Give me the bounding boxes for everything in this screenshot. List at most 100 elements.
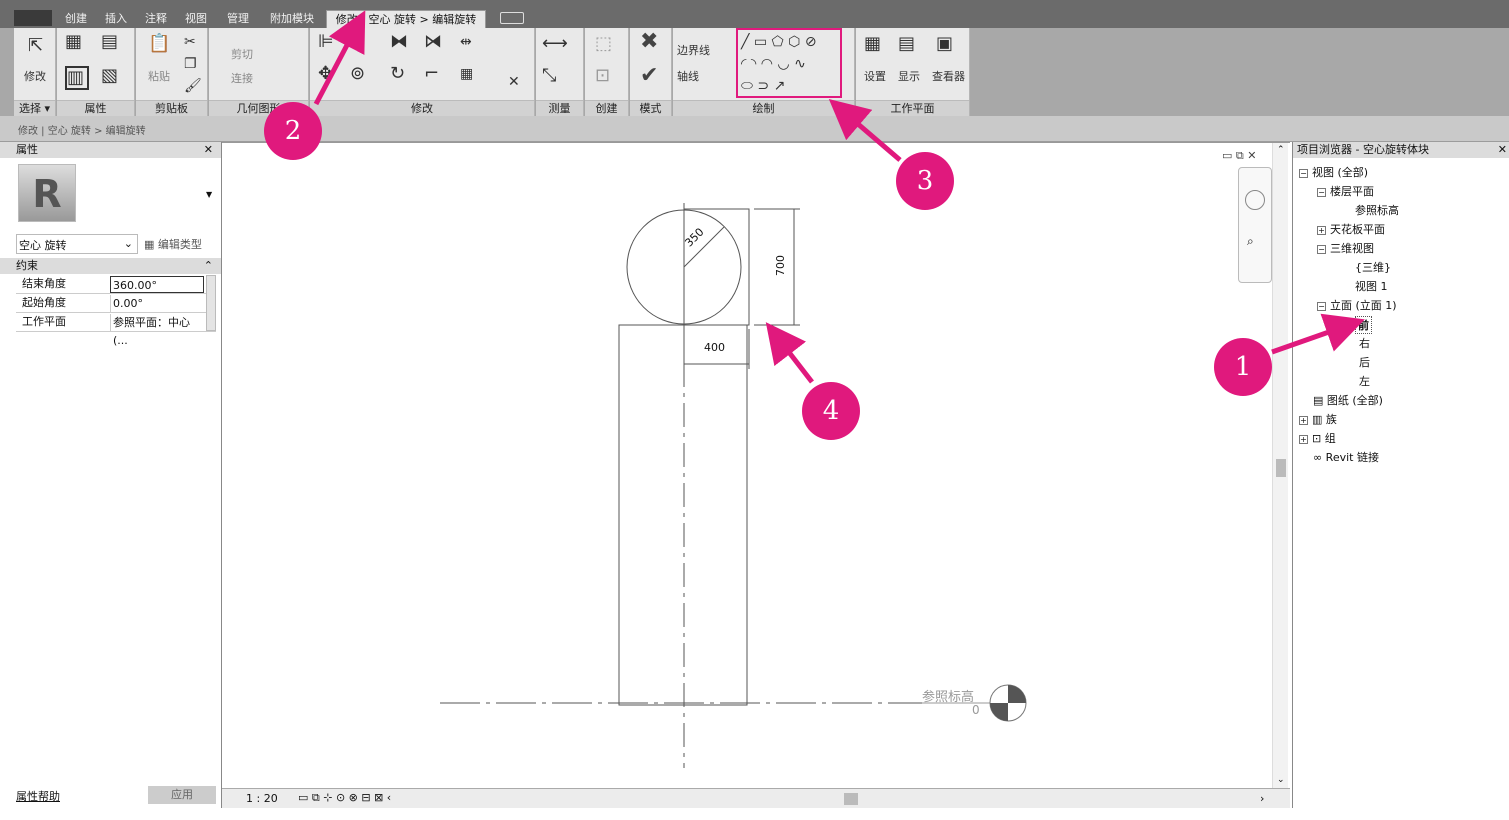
tree-right[interactable]: 右 — [1359, 335, 1370, 351]
boundary-line-button[interactable]: 边界线 — [677, 42, 710, 58]
tab-manage[interactable]: 管理 — [220, 10, 256, 28]
show-button[interactable]: 显示 — [898, 68, 920, 84]
copy-icon[interactable]: ❐ — [184, 54, 197, 74]
dim-width-text[interactable]: 400 — [704, 341, 725, 354]
tree-views-all[interactable]: − 视图 (全部) — [1299, 164, 1368, 180]
tree-sheets[interactable]: ▤ 图纸 (全部) — [1313, 392, 1383, 408]
modify-button[interactable]: 修改 — [24, 68, 46, 84]
view-control-icons[interactable]: ▭ ⧉ ⊹ ⊙ ⊗ ⊟ ⊠ ‹ — [298, 791, 391, 805]
mirror-axis-icon[interactable]: ⧓ — [390, 32, 408, 52]
match-properties-icon[interactable]: 🖌 — [184, 76, 202, 96]
tree-front[interactable]: 前 — [1355, 316, 1372, 334]
dim-height-text[interactable]: 700 — [774, 255, 787, 276]
view-window-controls[interactable]: ▭ ⧉ ✕ — [1222, 149, 1256, 163]
tab-insert[interactable]: 插入 — [98, 10, 134, 28]
tree-3d-views[interactable]: − 三维视图 — [1317, 240, 1374, 256]
collapse-icon[interactable]: − — [1317, 301, 1326, 311]
cut-icon[interactable]: ✂ — [184, 32, 196, 52]
tab-addins[interactable]: 附加模块 — [262, 10, 322, 28]
expand-icon[interactable]: + — [1317, 225, 1326, 235]
collapse-icon[interactable]: − — [1317, 187, 1326, 197]
tree-left[interactable]: 左 — [1359, 373, 1370, 389]
tree-groups[interactable]: + ⊡ 组 — [1299, 430, 1336, 446]
work-plane-field[interactable]: 参照平面：中心(... — [110, 314, 204, 347]
tree-ref-level[interactable]: 参照标高 — [1355, 202, 1399, 218]
properties-scrollbar[interactable] — [206, 275, 216, 331]
type-selector[interactable]: 空心 旋转 ⌄ — [16, 234, 138, 254]
canvas-vertical-scrollbar[interactable]: ⌃ ⌄ — [1272, 143, 1288, 789]
close-icon[interactable]: ✕ — [1498, 142, 1507, 158]
tree-revit-links[interactable]: ∞ Revit 链接 — [1313, 449, 1379, 465]
tree-families[interactable]: + ▥ 族 — [1299, 411, 1337, 427]
dimension-icon[interactable]: ⤡ — [542, 66, 556, 86]
navigation-bar[interactable]: ⌕ — [1238, 167, 1272, 283]
view-scale[interactable]: 1 : 20 — [246, 792, 278, 805]
cancel-edit-icon[interactable]: ✖ — [640, 31, 658, 53]
scroll-thumb[interactable] — [1276, 459, 1286, 477]
finish-edit-icon[interactable]: ✔ — [640, 65, 658, 87]
create-group-icon[interactable]: ⬚ — [595, 34, 612, 54]
viewer-icon[interactable]: ▣ — [936, 34, 953, 54]
properties-help-link[interactable]: 属性帮助 — [16, 788, 60, 804]
array-icon[interactable]: ▦ — [460, 64, 473, 84]
cut-geometry-button[interactable]: 剪切 — [231, 46, 253, 62]
delete-icon[interactable]: ✕ — [508, 72, 520, 92]
tab-view[interactable]: 视图 — [178, 10, 214, 28]
family-types-icon[interactable]: ▥ — [65, 66, 89, 90]
app-menu-button[interactable] — [14, 10, 52, 26]
arc-icon[interactable]: ◜ ◝ ◠ ◡ ∿ — [741, 54, 806, 74]
offset-icon[interactable]: ⊏ — [350, 32, 365, 52]
scroll-down-arrow[interactable]: ⌄ — [1277, 775, 1285, 785]
zoom-icon[interactable]: ⌕ — [1247, 234, 1254, 249]
tab-options-icon[interactable] — [500, 12, 524, 24]
join-geometry-button[interactable]: 连接 — [231, 70, 253, 86]
expand-icon[interactable]: + — [1299, 415, 1308, 425]
start-angle-field[interactable]: 0.00° — [110, 295, 204, 312]
apply-button[interactable]: 应用 — [148, 786, 216, 804]
measure-icon[interactable]: ⟷ — [542, 34, 568, 54]
collapse-icon[interactable]: − — [1317, 244, 1326, 254]
tree-elevations[interactable]: − 立面 (立面 1) — [1317, 297, 1397, 313]
viewer-button[interactable]: 查看器 — [932, 68, 965, 84]
panel-select-label[interactable]: 选择 ▾ — [14, 100, 55, 116]
split-icon[interactable]: ⇹ — [460, 32, 472, 52]
show-workplane-icon[interactable]: ▤ — [898, 34, 915, 54]
axis-line-button[interactable]: 轴线 — [677, 68, 699, 84]
drawing-canvas[interactable]: 350 700 400 参照标高 0 ▭ ⧉ ✕ ⌕ ⌃ ⌄ — [222, 142, 1290, 808]
tab-annotate[interactable]: 注释 — [138, 10, 174, 28]
constraints-group[interactable]: 约束 ⌃ — [0, 258, 221, 274]
close-icon[interactable]: ✕ — [204, 142, 213, 158]
tab-create[interactable]: 创建 — [58, 10, 94, 28]
copy-element-icon[interactable]: ⊚ — [350, 64, 365, 84]
tree-view-1[interactable]: 视图 1 — [1355, 278, 1388, 294]
mirror-draw-icon[interactable]: ⧒ — [424, 32, 442, 52]
horizontal-scroll-thumb[interactable] — [844, 793, 858, 805]
tree-ceiling-plans[interactable]: + 天花板平面 — [1317, 221, 1385, 237]
collapse-icon[interactable]: − — [1299, 168, 1308, 178]
set-workplane-icon[interactable]: ▦ — [864, 34, 881, 54]
properties-icon[interactable]: ▦ — [65, 32, 82, 52]
trim-icon[interactable]: ⌐ — [424, 64, 439, 84]
align-icon[interactable]: ⊫ — [318, 32, 334, 52]
steering-wheel-icon[interactable] — [1245, 190, 1265, 210]
tab-modify-edit-revolve[interactable]: 修改 | 空心 旋转 > 编辑旋转 — [326, 10, 486, 28]
type-selector-dropdown-icon[interactable]: ▼ — [206, 190, 212, 199]
level-name[interactable]: 参照标高 — [922, 686, 974, 705]
expand-icon[interactable]: + — [1299, 434, 1308, 444]
create-similar-icon[interactable]: ⊡ — [595, 66, 610, 86]
rotate-icon[interactable]: ↻ — [390, 64, 405, 84]
paste-icon[interactable]: 📋 — [148, 34, 170, 54]
family-category-icon[interactable]: ▧ — [101, 66, 118, 86]
tree-back[interactable]: 后 — [1359, 354, 1370, 370]
set-button[interactable]: 设置 — [864, 68, 886, 84]
scroll-right-arrow[interactable]: › — [1260, 792, 1264, 805]
tree-floor-plans[interactable]: − 楼层平面 — [1317, 183, 1374, 199]
scroll-up-arrow[interactable]: ⌃ — [1277, 145, 1285, 155]
move-icon[interactable]: ✥ — [318, 64, 333, 84]
end-angle-field[interactable]: 360.00° — [110, 276, 204, 293]
edit-type-button[interactable]: ▦ 编辑类型 — [144, 236, 202, 252]
ellipse-icon[interactable]: ⬭ ⊃ ↗ — [741, 76, 785, 96]
type-properties-icon[interactable]: ▤ — [101, 32, 118, 52]
tree-3d[interactable]: {三维} — [1355, 259, 1391, 275]
line-icon[interactable]: ╱ ▭ ⬠ ⬡ ⊘ — [741, 32, 817, 52]
